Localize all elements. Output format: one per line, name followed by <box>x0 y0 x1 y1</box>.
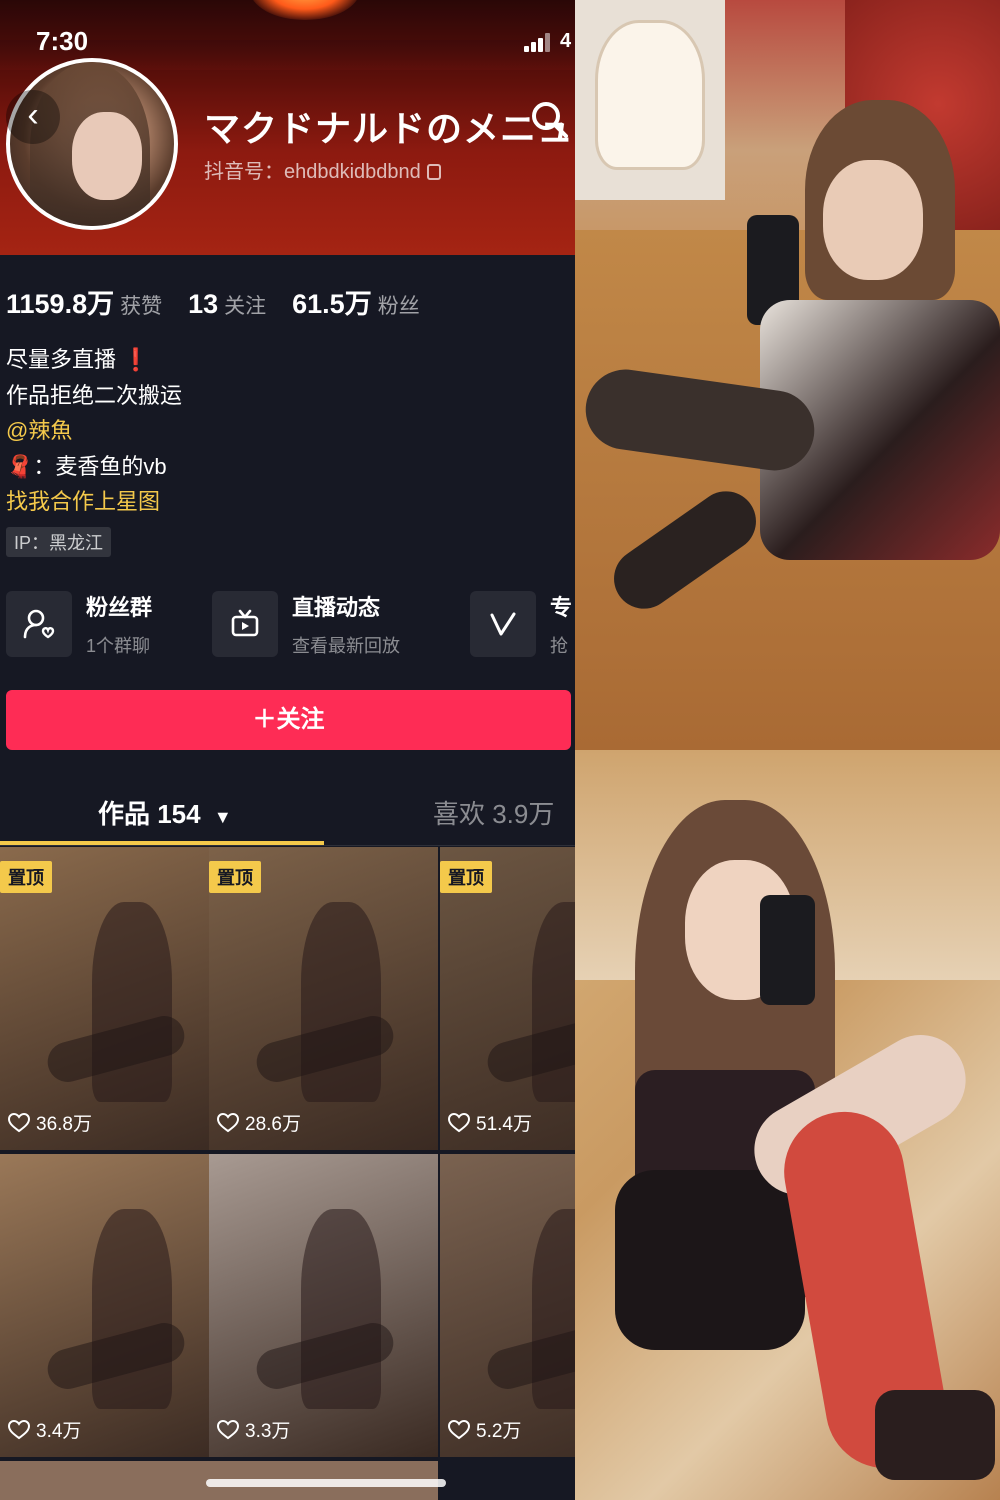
tab-works[interactable]: 作品 154 ▼ <box>98 794 232 831</box>
video-thumbnail[interactable]: 3.4万 <box>0 1154 229 1457</box>
exclamation-icon: ❗ <box>122 347 150 372</box>
video-like-count: 28.6万 <box>217 1109 301 1136</box>
service-row: 粉丝群 1个群聊 直播动态 查看最新回放 专抢 <box>6 590 575 658</box>
special-entry[interactable]: 专抢 <box>470 590 572 658</box>
signal-icon <box>524 32 552 52</box>
pinned-badge: 置顶 <box>209 861 261 893</box>
face <box>823 160 923 280</box>
live-updates-entry[interactable]: 直播动态 查看最新回放 <box>212 590 400 658</box>
fan-group-entry[interactable]: 粉丝群 1个群聊 <box>6 590 152 658</box>
caret-down-icon: ▼ <box>213 807 232 827</box>
heart-icon <box>8 1419 30 1439</box>
heart-icon <box>8 1112 30 1132</box>
fan-group-icon <box>23 609 55 639</box>
video-like-count: 51.4万 <box>448 1109 532 1136</box>
scarf-icon: 🧣 <box>6 453 34 479</box>
back-button[interactable]: ‹ <box>6 90 60 144</box>
phone-in-hand <box>760 895 815 1005</box>
search-button[interactable] <box>528 98 572 142</box>
chevron-left-icon: ‹ <box>27 96 39 134</box>
stat-following[interactable]: 13 关注 <box>188 289 266 320</box>
v-icon <box>490 612 516 636</box>
tab-likes[interactable]: 喜欢 3.9万 <box>433 794 554 831</box>
photo-bottom <box>575 750 1000 1500</box>
heart-icon <box>448 1419 470 1439</box>
home-indicator <box>206 1479 446 1487</box>
pinned-badge: 置顶 <box>0 861 52 893</box>
photo-top <box>575 0 1000 750</box>
video-thumbnail[interactable]: 置顶 28.6万 <box>209 847 438 1150</box>
heart-icon <box>448 1112 470 1132</box>
profile-screen: 7:30 4 ‹ マクドナルドのメニュ 抖音号：ehdbdkidbdbnd 11… <box>0 0 575 1500</box>
heart-icon <box>217 1112 239 1132</box>
video-thumbnail[interactable]: 置顶 51.4万 <box>440 847 575 1150</box>
video-like-count: 3.4万 <box>8 1416 81 1443</box>
sunset-sun <box>250 0 360 20</box>
avatar[interactable] <box>6 58 178 230</box>
live-tv-icon <box>231 609 259 637</box>
video-thumbnail[interactable]: 5.2万 <box>440 1154 575 1457</box>
status-time: 7:30 <box>36 26 89 56</box>
shoe <box>875 1390 995 1480</box>
video-thumbnail[interactable]: 置顶 36.8万 <box>0 847 229 1150</box>
follow-button[interactable]: ＋关注 <box>6 690 571 750</box>
mention-link[interactable]: @辣魚 <box>6 413 182 449</box>
heart-icon <box>217 1419 239 1439</box>
video-thumbnail[interactable] <box>0 1461 229 1500</box>
pinned-badge: 置顶 <box>440 861 492 893</box>
video-thumbnail[interactable]: 3.3万 <box>209 1154 438 1457</box>
video-like-count: 5.2万 <box>448 1416 521 1443</box>
video-like-count: 3.3万 <box>217 1416 290 1443</box>
douyin-id[interactable]: 抖音号：ehdbdkidbdbnd <box>204 155 441 184</box>
stat-followers[interactable]: 61.5万 粉丝 <box>292 282 420 321</box>
battery-level: 4 <box>560 30 572 52</box>
profile-stats: 1159.8万 获赞 13 关注 61.5万 粉丝 <box>6 282 420 321</box>
ip-location-tag: IP：黑龙江 <box>6 527 112 557</box>
video-like-count: 36.8万 <box>8 1109 92 1136</box>
bio: 尽量多直播 ❗ 作品拒绝二次搬运 @辣魚 🧣：麦香鱼的vb 找我合作上星图 <box>6 342 182 520</box>
profile-name: マクドナルドのメニュ <box>204 108 575 149</box>
shorts <box>615 1170 805 1350</box>
copy-icon[interactable] <box>426 164 441 180</box>
collab-link[interactable]: 找我合作上星图 <box>6 484 182 520</box>
stat-likes: 1159.8万 获赞 <box>6 289 163 319</box>
search-icon <box>532 102 568 138</box>
content-tabs: 作品 154 ▼ 喜欢 3.9万 <box>0 790 575 846</box>
